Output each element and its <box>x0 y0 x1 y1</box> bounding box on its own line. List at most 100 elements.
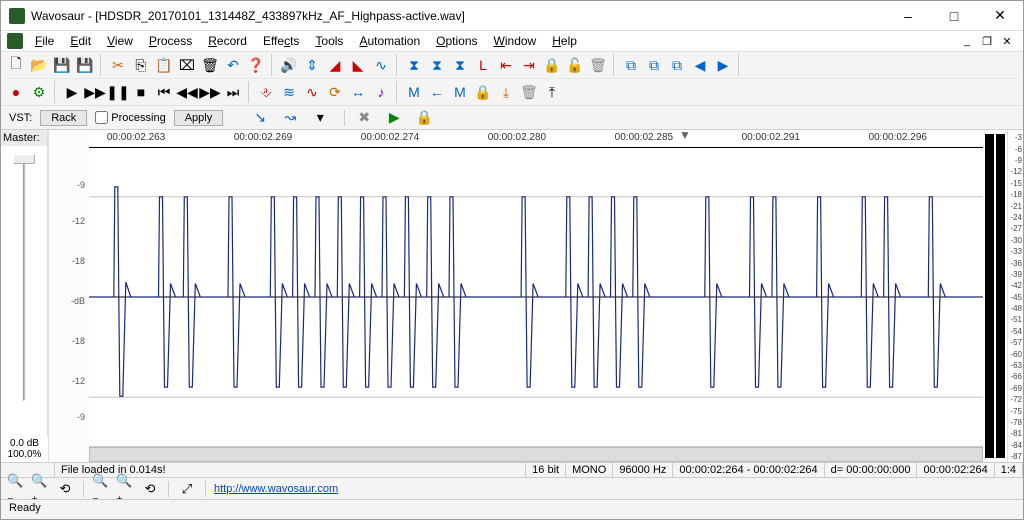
record-settings-icon[interactable]: ⚙ <box>28 81 50 103</box>
menu-file[interactable]: File <box>27 32 62 50</box>
normalize-icon[interactable]: ⇕ <box>301 54 323 76</box>
trash-icon[interactable]: 🗑 <box>587 54 609 76</box>
pause-icon[interactable]: ❚❚ <box>107 81 129 103</box>
copy-icon[interactable]: ⎘ <box>130 54 152 76</box>
play-icon[interactable]: ▶ <box>61 81 83 103</box>
mdi-close-icon[interactable]: ✕ <box>999 33 1015 49</box>
menu-window[interactable]: Window <box>486 32 545 50</box>
vst-toolbar: VST: Rack Processing Apply ↘ ↝ ▾ ✖ ▶ 🔒 <box>1 106 1023 130</box>
menu-process[interactable]: Process <box>141 32 200 50</box>
loop-lock-icon[interactable]: 🔒 <box>541 54 563 76</box>
next-icon[interactable]: ▶▶ <box>199 81 221 103</box>
vst-remove-icon[interactable]: ✖ <box>353 107 375 129</box>
dc-offset-icon[interactable]: ∿ <box>301 81 323 103</box>
region-tool-3-icon[interactable]: ⧉ <box>666 54 688 76</box>
zoom-in-icon[interactable]: 🔍₊ <box>31 480 51 498</box>
slider-thumb-icon[interactable] <box>13 154 35 164</box>
vst-play-icon[interactable]: ▶ <box>383 107 405 129</box>
loop-unlock-icon[interactable]: 🔓 <box>564 54 586 76</box>
export-markers-icon[interactable]: ⤓ <box>495 81 517 103</box>
pitch-icon[interactable]: ♪ <box>370 81 392 103</box>
marker-r-icon[interactable]: M <box>449 81 471 103</box>
vst-processing-checkbox[interactable]: Processing <box>95 111 165 124</box>
mdi-restore-icon[interactable]: ❐ <box>979 33 995 49</box>
save-all-icon[interactable]: 💾 <box>74 54 96 76</box>
prev-icon[interactable]: ◀◀ <box>176 81 198 103</box>
vst-lock-icon[interactable]: 🔒 <box>413 107 435 129</box>
vst-rack-button[interactable]: Rack <box>40 110 87 126</box>
stop-icon[interactable]: ■ <box>130 81 152 103</box>
marker-prev-icon[interactable]: ⇤ <box>495 54 517 76</box>
marker-next-icon[interactable]: ⇥ <box>518 54 540 76</box>
horizontal-scrollbar[interactable] <box>89 446 983 462</box>
zoom-reset-icon[interactable]: ⟲ <box>55 480 75 498</box>
menu-view[interactable]: View <box>99 32 141 50</box>
new-file-icon[interactable]: 🗋 <box>5 54 27 76</box>
menu-effects[interactable]: Effects <box>255 32 307 50</box>
master-volume-slider[interactable] <box>1 146 48 436</box>
minimize-button[interactable]: – <box>885 1 931 31</box>
fade-out-icon[interactable]: ◣ <box>347 54 369 76</box>
export-regions-icon[interactable]: ⤒ <box>541 81 563 103</box>
volume-icon[interactable]: 🔊 <box>278 54 300 76</box>
open-file-icon[interactable]: 📂 <box>28 54 50 76</box>
crop-icon[interactable]: ⌧ <box>176 54 198 76</box>
resample-icon[interactable]: ⟳ <box>324 81 346 103</box>
skip-fwd-icon[interactable]: ▶ <box>712 54 734 76</box>
record-icon[interactable]: ● <box>5 81 27 103</box>
menu-help[interactable]: Help <box>544 32 585 50</box>
properties-icon[interactable]: ❓ <box>245 54 267 76</box>
vst-chain-icon[interactable]: ↝ <box>279 107 301 129</box>
vst-arrow-icon[interactable]: ▾ <box>309 107 331 129</box>
playhead-caret-icon[interactable]: ▼ <box>679 128 691 142</box>
wave-tool-2-icon[interactable]: ⧗ <box>426 54 448 76</box>
delete-icon[interactable]: 🗑 <box>199 54 221 76</box>
play-loop-icon[interactable]: ▶▶ <box>84 81 106 103</box>
skip-back-icon[interactable]: ◀ <box>689 54 711 76</box>
close-button[interactable]: ✕ <box>977 1 1023 31</box>
zoom-sel-out-icon[interactable]: 🔍₋ <box>92 480 112 498</box>
zoom-sel-in-icon[interactable]: 🔍₊ <box>116 480 136 498</box>
maximize-button[interactable]: □ <box>931 1 977 31</box>
waveform-canvas[interactable] <box>89 148 983 446</box>
meter-tick: -15 <box>1010 179 1022 188</box>
trim-icon[interactable]: ≋ <box>278 81 300 103</box>
zoom-fit-icon[interactable]: ⤢ <box>177 480 197 498</box>
wave-tool-3-icon[interactable]: ⧗ <box>449 54 471 76</box>
scrollbar-thumb[interactable] <box>89 447 983 462</box>
time-ruler[interactable]: ▼ 00:00:02.26300:00:02.26900:00:02.27400… <box>89 130 983 148</box>
homepage-link[interactable]: http://www.wavosaur.com <box>214 483 338 495</box>
menu-edit[interactable]: Edit <box>62 32 99 50</box>
paste-icon[interactable]: 📋 <box>153 54 175 76</box>
vst-route-icon[interactable]: ↘ <box>249 107 271 129</box>
clear-markers-icon[interactable]: 🗑 <box>518 81 540 103</box>
zoom-out-icon[interactable]: 🔍₋ <box>7 480 27 498</box>
menu-options[interactable]: Options <box>428 32 485 50</box>
menu-record[interactable]: Record <box>200 32 255 50</box>
marker-m-icon[interactable]: M <box>403 81 425 103</box>
zoom-sel-reset-icon[interactable]: ⟲ <box>140 480 160 498</box>
region-tool-2-icon[interactable]: ⧉ <box>643 54 665 76</box>
rewind-icon[interactable]: ⏮ <box>153 81 175 103</box>
marker-goto-prev-icon[interactable]: ← <box>426 81 448 103</box>
region-tool-1-icon[interactable]: ⧉ <box>620 54 642 76</box>
save-icon[interactable]: 💾 <box>51 54 73 76</box>
meter-tick: -6 <box>1015 145 1022 154</box>
invert-icon[interactable]: ∿ <box>370 54 392 76</box>
undo-icon[interactable]: ↶ <box>222 54 244 76</box>
vst-apply-button[interactable]: Apply <box>174 110 224 126</box>
meter-tick: -72 <box>1010 395 1022 404</box>
insert-silence-icon[interactable]: ⎀ <box>255 81 277 103</box>
menu-tools[interactable]: Tools <box>307 32 351 50</box>
reverse-icon[interactable]: ↔ <box>347 81 369 103</box>
wave-tool-1-icon[interactable]: ⧗ <box>403 54 425 76</box>
cursor-position-label: 00:00:02:264 <box>917 463 994 477</box>
fade-in-icon[interactable]: ◢ <box>324 54 346 76</box>
meter-tick: -48 <box>1010 304 1022 313</box>
mdi-minimize-icon[interactable]: _ <box>959 33 975 49</box>
marker-l-icon[interactable]: L <box>472 54 494 76</box>
cut-icon[interactable]: ✂ <box>107 54 129 76</box>
menu-automation[interactable]: Automation <box>351 32 428 50</box>
lock-marker-icon[interactable]: 🔒 <box>472 81 494 103</box>
end-icon[interactable]: ⏭ <box>222 81 244 103</box>
